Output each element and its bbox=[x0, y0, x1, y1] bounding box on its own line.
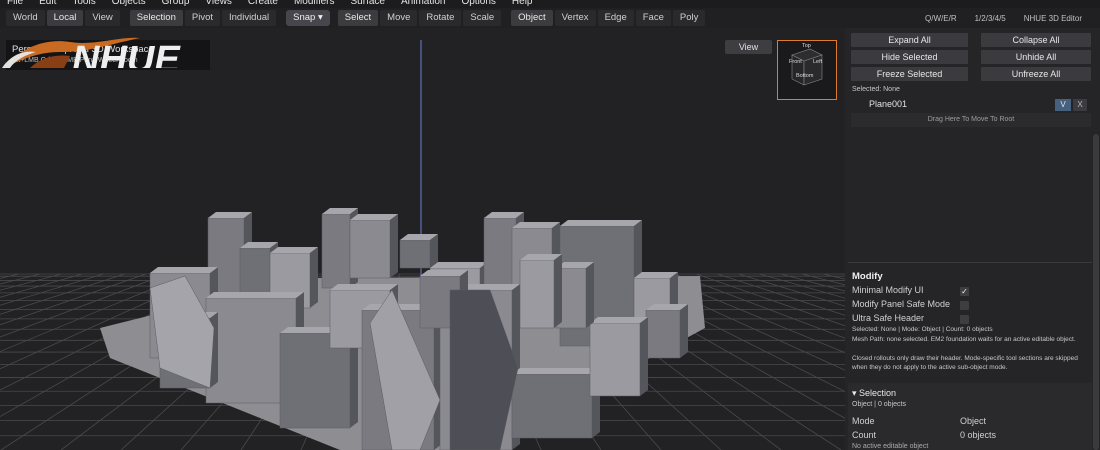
cube-left-label[interactable]: Left bbox=[813, 59, 822, 65]
scene-render bbox=[0, 40, 845, 450]
edge-mode-button[interactable]: Edge bbox=[597, 10, 634, 26]
selection-mode-key: Mode bbox=[852, 416, 875, 426]
vertex-mode-button[interactable]: Vertex bbox=[554, 10, 596, 26]
app-name: NHUE 3D Editor bbox=[1023, 13, 1082, 23]
menu-objects[interactable]: Objects bbox=[104, 0, 154, 8]
cube-bottom-label[interactable]: Bottom bbox=[796, 73, 813, 79]
outliner-object-name[interactable]: Plane001 bbox=[869, 99, 907, 109]
menu-animation[interactable]: Animation bbox=[393, 0, 453, 8]
visibility-toggle-button[interactable]: V bbox=[1055, 99, 1071, 111]
menu-file[interactable]: File bbox=[0, 0, 31, 8]
freeze-selected-button[interactable]: Freeze Selected bbox=[851, 67, 968, 81]
mesh-path-text: Mesh Path: none selected. EM2 foundation… bbox=[852, 336, 1076, 343]
space-local-button[interactable]: Local bbox=[46, 10, 84, 26]
view-cube[interactable]: Top Front Left Bottom bbox=[777, 40, 837, 100]
unfreeze-all-button[interactable]: Unfreeze All bbox=[981, 67, 1091, 81]
nhue-logo: NHUE bbox=[2, 37, 181, 68]
menu-modifiers[interactable]: Modifiers bbox=[286, 0, 343, 8]
unhide-all-button[interactable]: Unhide All bbox=[981, 50, 1091, 64]
menu-tools[interactable]: Tools bbox=[64, 0, 103, 8]
outliner-row[interactable]: Plane001 V X bbox=[851, 98, 1091, 112]
modify-section-title: Modify bbox=[852, 271, 883, 282]
space-view-button[interactable]: View bbox=[85, 10, 120, 26]
selection-footer: No active editable object bbox=[852, 443, 929, 450]
selection-count-key: Count bbox=[852, 430, 877, 440]
scale-tool-button[interactable]: Scale bbox=[463, 10, 502, 26]
panel-divider bbox=[848, 262, 1092, 263]
selection-mode-button[interactable]: Selection bbox=[129, 10, 183, 26]
menu-views[interactable]: Views bbox=[197, 0, 240, 8]
view-cube-icon bbox=[791, 48, 823, 86]
minimal-modify-ui-checkbox[interactable]: ✓ bbox=[960, 287, 969, 296]
expand-all-button[interactable]: Expand All bbox=[851, 33, 968, 47]
modify-option-label: Minimal Modify UI bbox=[852, 285, 924, 295]
toolbar-hints: Q/W/E/R 1/2/3/4/5 NHUE 3D Editor bbox=[925, 8, 1100, 28]
menu-surface[interactable]: Surface bbox=[343, 0, 393, 8]
rotate-tool-button[interactable]: Rotate bbox=[419, 10, 462, 26]
object-mode-button[interactable]: Object bbox=[511, 10, 553, 26]
menu-help[interactable]: Help bbox=[504, 0, 541, 8]
ultra-safe-header-checkbox[interactable] bbox=[960, 315, 969, 324]
main-toolbar: World Local View Selection Pivot Individ… bbox=[0, 8, 1100, 28]
selection-rollout-header[interactable]: ▾ Selection bbox=[852, 388, 896, 399]
selection-count-value: 0 objects bbox=[960, 430, 997, 440]
menu-bar: File Edit Tools Objects Group Views Crea… bbox=[0, 0, 1100, 8]
menu-options[interactable]: Options bbox=[453, 0, 503, 8]
modify-panel-safe-mode-checkbox[interactable] bbox=[960, 301, 969, 310]
shortcut-hint: Q/W/E/R bbox=[925, 13, 957, 23]
face-mode-button[interactable]: Face bbox=[635, 10, 671, 26]
menu-edit[interactable]: Edit bbox=[31, 0, 64, 8]
individual-mode-button[interactable]: Individual bbox=[222, 10, 277, 26]
cube-top-label[interactable]: Top bbox=[802, 43, 811, 49]
cube-front-label[interactable]: Front bbox=[789, 59, 802, 65]
poly-mode-button[interactable]: Poly bbox=[672, 10, 706, 26]
remove-object-button[interactable]: X bbox=[1073, 99, 1087, 111]
hide-selected-button[interactable]: Hide Selected bbox=[851, 50, 968, 64]
modify-status-text: Selected: None | Mode: Object | Count: 0… bbox=[852, 326, 993, 333]
pivot-mode-button[interactable]: Pivot bbox=[184, 10, 220, 26]
outliner-drop-zone[interactable]: Drag Here To Move To Root bbox=[851, 113, 1091, 127]
menu-group[interactable]: Group bbox=[154, 0, 198, 8]
selection-subtitle: Object | 0 objects bbox=[852, 401, 906, 408]
view-menu-button[interactable]: View bbox=[725, 40, 772, 54]
modify-option-label: Ultra Safe Header bbox=[852, 313, 925, 323]
space-world-button[interactable]: World bbox=[6, 10, 45, 26]
modify-note-text: Closed rollouts only draw their header. … bbox=[852, 355, 1078, 371]
modify-option-label: Modify Panel Safe Mode bbox=[852, 299, 951, 309]
perspective-viewport[interactable]: Perspective | Real 3D Workspace Alt+LMB … bbox=[0, 28, 845, 450]
editor-window: File Edit Tools Objects Group Views Crea… bbox=[0, 0, 1100, 450]
panel-scrollbar[interactable] bbox=[1093, 134, 1099, 450]
move-tool-button[interactable]: Move bbox=[380, 10, 418, 26]
logo-lettering: NHUE bbox=[72, 39, 181, 68]
selection-mode-value: Object bbox=[960, 416, 987, 426]
snap-dropdown[interactable]: Snap ▾ bbox=[286, 10, 330, 26]
menu-create[interactable]: Create bbox=[240, 0, 286, 8]
number-hint: 1/2/3/4/5 bbox=[974, 13, 1006, 23]
select-tool-button[interactable]: Select bbox=[337, 10, 379, 26]
outliner-selected-label: Selected: None bbox=[852, 86, 900, 93]
collapse-all-button[interactable]: Collapse All bbox=[981, 33, 1091, 47]
city-model bbox=[100, 208, 705, 450]
